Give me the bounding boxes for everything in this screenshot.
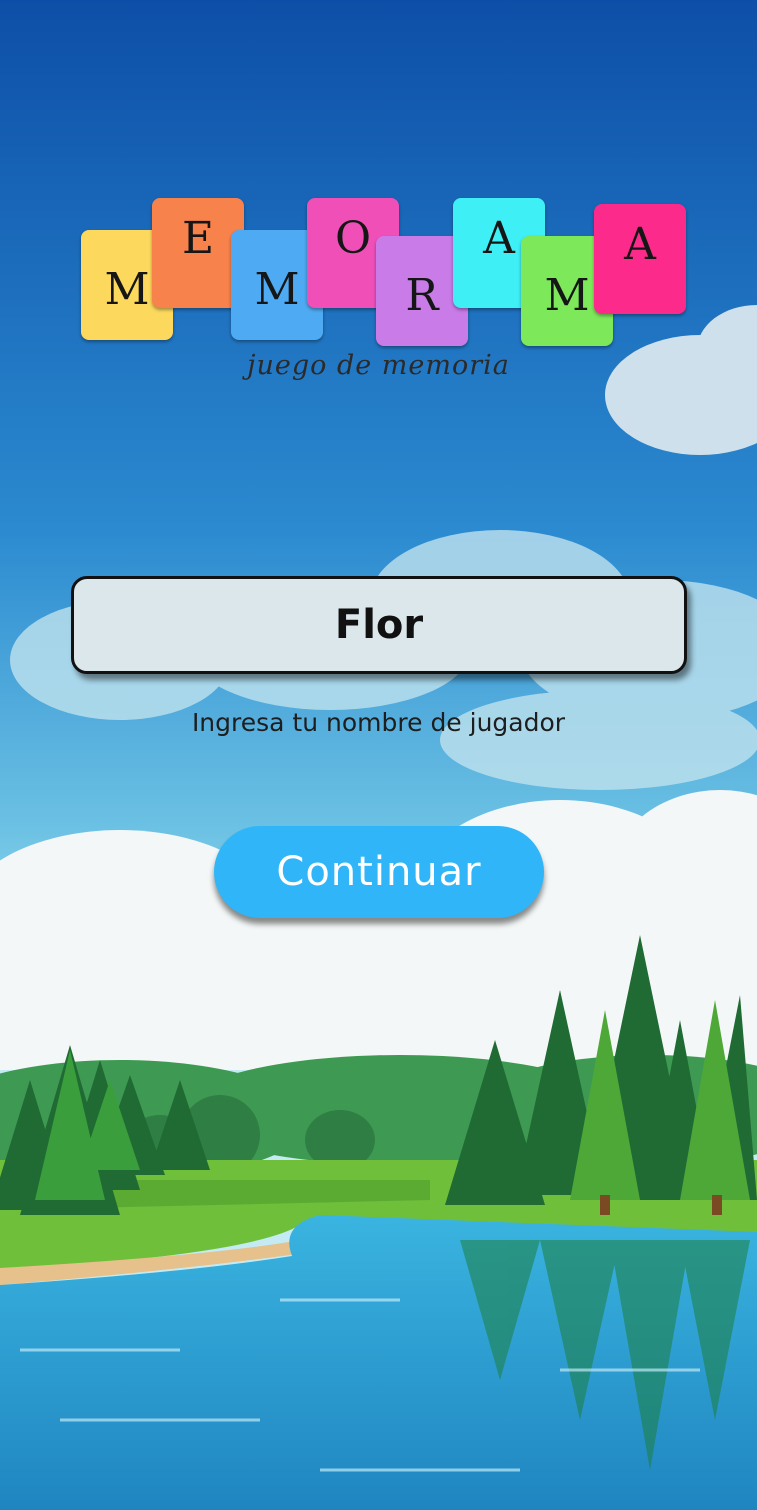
- logo-letter: O: [334, 212, 372, 264]
- memorama-logo: M E M O R A M A juego de memoria: [0, 0, 757, 420]
- logo-letter: A: [483, 212, 515, 264]
- logo-letter: M: [254, 263, 300, 315]
- logo-tile: A: [594, 204, 686, 314]
- logo-letter: M: [104, 263, 150, 315]
- continue-button[interactable]: Continuar: [214, 826, 544, 918]
- player-name-hint: Ingresa tu nombre de jugador: [191, 708, 566, 737]
- logo-subtitle: juego de memoria: [247, 350, 510, 381]
- player-name-input[interactable]: [74, 579, 684, 671]
- login-screen: M E M O R A M A juego de memoria Ingresa…: [0, 0, 757, 1510]
- player-name-field[interactable]: [71, 576, 687, 674]
- logo-letter: M: [544, 269, 590, 321]
- logo-letter: E: [181, 212, 215, 264]
- logo-letter: R: [405, 269, 439, 321]
- logo-letter: A: [624, 218, 656, 270]
